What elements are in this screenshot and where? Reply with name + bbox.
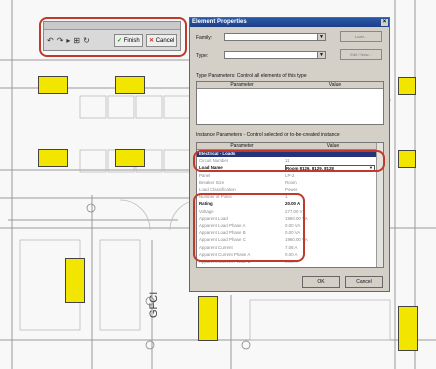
light-fixture[interactable] xyxy=(398,77,416,95)
light-fixture[interactable] xyxy=(115,76,145,94)
light-fixture[interactable] xyxy=(38,149,68,167)
column-header-parameter: Parameter xyxy=(197,143,287,150)
column-header-parameter: Parameter xyxy=(197,82,287,89)
chevron-down-icon: ▼ xyxy=(317,34,325,40)
chevron-down-icon: ▼ xyxy=(317,52,325,58)
edit-new-button[interactable]: Edit / New... xyxy=(340,49,382,60)
load-name-highlight xyxy=(193,150,385,172)
column-header-value: Value xyxy=(287,82,383,89)
light-fixture[interactable] xyxy=(398,306,418,351)
type-parameters-table[interactable]: Parameter Value xyxy=(196,81,384,125)
table-row[interactable]: Breaker Size Room xyxy=(197,180,379,186)
load-button[interactable]: Load... xyxy=(340,31,382,42)
family-label: Family: xyxy=(196,35,213,41)
cancel-button[interactable]: Cancel xyxy=(345,276,383,288)
type-parameters-title: Type Parameters: Control all elements of… xyxy=(196,73,307,79)
light-fixture[interactable] xyxy=(398,150,416,168)
light-fixture[interactable] xyxy=(115,149,145,167)
parameter-name: Breaker Size xyxy=(199,179,225,185)
type-select[interactable]: ▼ xyxy=(224,51,326,59)
dialog-title: Element Properties xyxy=(192,19,247,25)
light-fixture[interactable] xyxy=(38,76,68,94)
toolbar-highlight xyxy=(39,17,187,57)
dialog-titlebar[interactable]: Element Properties × xyxy=(190,18,389,27)
parameter-name: Panel xyxy=(199,172,211,178)
parameter-value: LP-2 xyxy=(285,172,295,178)
light-fixture[interactable] xyxy=(198,296,218,341)
family-select[interactable]: ▼ xyxy=(224,33,326,41)
type-label: Type: xyxy=(196,53,209,59)
table-row[interactable]: Panel LP-2 xyxy=(197,173,379,179)
instance-parameters-title: Instance Parameters - Control selected o… xyxy=(196,132,340,138)
parameter-value: Room xyxy=(285,179,297,185)
gfci-label: GFCI xyxy=(148,291,160,318)
ok-button[interactable]: OK xyxy=(302,276,340,288)
rating-load-highlight xyxy=(193,193,305,262)
column-header-value: Value xyxy=(287,143,379,150)
close-icon[interactable]: × xyxy=(381,19,388,26)
light-fixture[interactable] xyxy=(65,258,85,303)
